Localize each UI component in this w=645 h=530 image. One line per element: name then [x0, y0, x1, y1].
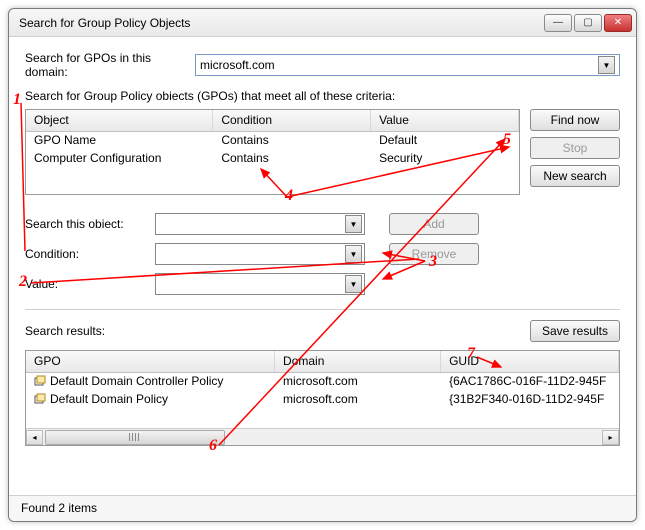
results-label: Search results:: [25, 324, 105, 338]
results-table[interactable]: GPO Domain GUID Default Domain Controlle…: [25, 350, 620, 446]
criteria-row[interactable]: GPO Name Contains Default: [26, 132, 519, 150]
criteria-row[interactable]: Computer Configuration Contains Security: [26, 150, 519, 168]
minimize-button[interactable]: —: [544, 14, 572, 32]
condition-label: Condition:: [25, 247, 155, 261]
status-text: Found 2 items: [21, 501, 97, 515]
results-header-domain[interactable]: Domain: [275, 351, 441, 372]
value-select[interactable]: ▼: [155, 273, 365, 295]
condition-select[interactable]: ▼: [155, 243, 365, 265]
chevron-down-icon[interactable]: ▼: [345, 215, 362, 233]
title-bar: Search for Group Policy Objects — ▢ ✕: [9, 9, 636, 37]
gpo-icon: [34, 375, 46, 387]
search-object-select[interactable]: ▼: [155, 213, 365, 235]
close-button[interactable]: ✕: [604, 14, 632, 32]
results-row[interactable]: Default Domain Controller Policy microso…: [26, 373, 619, 391]
scroll-left-icon[interactable]: ◂: [26, 430, 43, 445]
window-title: Search for Group Policy Objects: [19, 16, 544, 30]
maximize-button[interactable]: ▢: [574, 14, 602, 32]
criteria-label: Search for Group Policy obiects (GPOs) t…: [25, 89, 620, 103]
criteria-table[interactable]: Object Condition Value GPO Name Contains…: [25, 109, 520, 195]
new-search-button[interactable]: New search: [530, 165, 620, 187]
chevron-down-icon[interactable]: ▼: [345, 275, 362, 293]
results-header-gpo[interactable]: GPO: [26, 351, 275, 372]
remove-button: Remove: [389, 243, 479, 265]
divider: [25, 309, 620, 310]
dialog-window: Search for Group Policy Objects — ▢ ✕ Se…: [8, 8, 637, 522]
scroll-thumb[interactable]: [45, 430, 225, 445]
domain-select[interactable]: microsoft.com ▼: [195, 54, 620, 76]
search-object-label: Search this obiect:: [25, 217, 155, 231]
criteria-header-value[interactable]: Value: [371, 110, 519, 131]
horizontal-scrollbar[interactable]: ◂ ▸: [26, 428, 619, 445]
save-results-button[interactable]: Save results: [530, 320, 620, 342]
add-button: Add: [389, 213, 479, 235]
criteria-header-object[interactable]: Object: [26, 110, 213, 131]
criteria-header-condition[interactable]: Condition: [213, 110, 371, 131]
scroll-right-icon[interactable]: ▸: [602, 430, 619, 445]
find-now-button[interactable]: Find now: [530, 109, 620, 131]
stop-button: Stop: [530, 137, 620, 159]
results-row[interactable]: Default Domain Policy microsoft.com {31B…: [26, 391, 619, 409]
domain-value: microsoft.com: [200, 58, 275, 72]
content-area: Search for GPOs in this domain: microsof…: [9, 37, 636, 495]
gpo-icon: [34, 393, 46, 405]
status-bar: Found 2 items: [9, 495, 636, 521]
chevron-down-icon[interactable]: ▼: [345, 245, 362, 263]
domain-label: Search for GPOs in this domain:: [25, 51, 195, 79]
results-header-guid[interactable]: GUID: [441, 351, 619, 372]
value-label: Value:: [25, 277, 155, 291]
chevron-down-icon[interactable]: ▼: [598, 56, 615, 74]
